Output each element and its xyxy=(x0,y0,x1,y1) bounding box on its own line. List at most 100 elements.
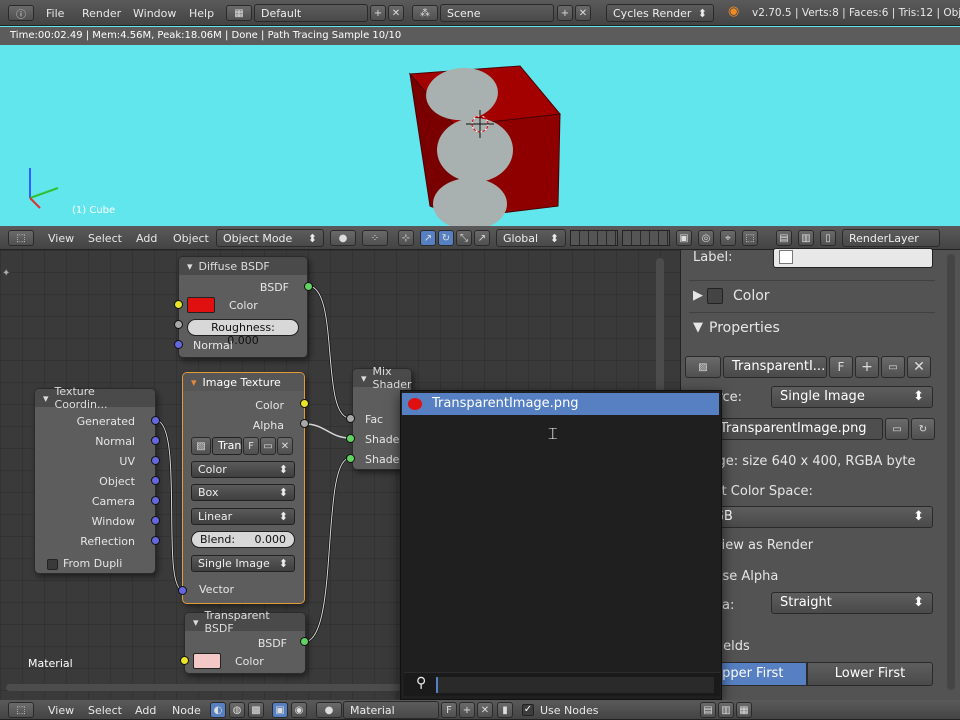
transparent-color-socket[interactable] xyxy=(180,656,189,665)
layout-add-icon[interactable]: + xyxy=(370,5,386,21)
diffuse-color-socket[interactable] xyxy=(174,300,183,309)
layers-grid-2[interactable] xyxy=(622,230,670,246)
label-field[interactable] xyxy=(773,248,933,268)
scale-icon[interactable]: ⤡ xyxy=(456,230,472,246)
orientation-dropdown[interactable]: Global ⬍ xyxy=(496,229,566,247)
properties-panel-arrow-icon[interactable]: ▼ xyxy=(693,320,703,335)
menu-help[interactable]: Help xyxy=(189,7,214,20)
rotate-icon[interactable]: ↻ xyxy=(438,230,454,246)
cube-object[interactable] xyxy=(408,65,561,226)
color-space-dropdown[interactable]: sRGB⬍ xyxy=(689,506,933,528)
node-menu-view[interactable]: View xyxy=(48,704,74,717)
scene-add-icon[interactable]: + xyxy=(557,5,573,21)
layout-grid-icon[interactable]: ▦ xyxy=(226,5,252,21)
snap-node-icon[interactable]: ▥ xyxy=(718,702,734,718)
compositing-type-icon[interactable]: ▩ xyxy=(248,702,264,718)
layout-field[interactable]: Default xyxy=(254,4,368,22)
material-browse-icon[interactable]: ● xyxy=(316,702,342,718)
properties-scrollbar[interactable] xyxy=(947,254,955,690)
snap-target-icon[interactable]: ⬚ xyxy=(742,230,758,246)
object-shader-icon[interactable]: ▣ xyxy=(272,702,288,718)
image-browse-icon[interactable]: ▨ xyxy=(685,356,721,378)
collapse-arrow-icon[interactable]: ▾ xyxy=(191,376,197,389)
mix-shader1-socket[interactable] xyxy=(346,434,355,443)
menu-render[interactable]: Render xyxy=(82,7,121,20)
filepath-reload-icon[interactable]: ↻ xyxy=(911,418,935,440)
layers-grid[interactable] xyxy=(570,230,618,246)
menu-window[interactable]: Window xyxy=(133,7,176,20)
image-new-icon[interactable]: + xyxy=(855,356,879,378)
filepath-browse-icon[interactable]: ▭ xyxy=(885,418,909,440)
info-editor-icon[interactable]: ⓘ xyxy=(8,5,34,21)
transparent-node-header[interactable]: ▾ Transparent BSDF xyxy=(185,609,305,635)
render-engine-dropdown[interactable]: Cycles Render ⬍ xyxy=(606,4,714,22)
transparent-bsdf-socket[interactable] xyxy=(300,637,309,646)
texcoord-generated-socket[interactable] xyxy=(151,416,160,425)
layer-lock-icon[interactable]: ▣ xyxy=(676,230,692,246)
collapse-arrow-icon[interactable]: ▾ xyxy=(193,616,199,629)
collapse-arrow-icon[interactable]: ▾ xyxy=(43,392,49,405)
scene-icon[interactable]: ⁂ xyxy=(412,5,438,21)
texcoord-reflection-socket[interactable] xyxy=(151,536,160,545)
texture-coordinate-node[interactable]: ▾ Texture Coordin... Generated Normal UV … xyxy=(34,385,156,574)
menu-file[interactable]: File xyxy=(46,7,64,20)
scene-close-icon[interactable]: ✕ xyxy=(575,5,591,21)
menu-select[interactable]: Select xyxy=(88,232,122,245)
source-dropdown[interactable]: Single Image ⬍ xyxy=(191,555,295,572)
from-dupli-checkbox[interactable] xyxy=(47,559,58,570)
interpolation-dropdown[interactable]: Linear ⬍ xyxy=(191,508,295,525)
menu-add[interactable]: Add xyxy=(136,232,157,245)
translate-icon[interactable]: ↗ xyxy=(420,230,436,246)
snap-icon[interactable]: ⌖ xyxy=(720,230,736,246)
image-color-socket[interactable] xyxy=(300,399,309,408)
use-nodes-checkbox[interactable]: ✓ xyxy=(522,704,534,716)
mode-dropdown[interactable]: Object Mode ⬍ xyxy=(216,229,324,247)
mix-shader2-socket[interactable] xyxy=(346,454,355,463)
color-space-dropdown[interactable]: Color ⬍ xyxy=(191,461,295,478)
projection-dropdown[interactable]: Box ⬍ xyxy=(191,484,295,501)
color-panel-arrow-icon[interactable]: ▶ xyxy=(693,288,703,303)
scene-field[interactable]: Scene xyxy=(440,4,554,22)
alpha-mode-dropdown[interactable]: Straight ⬍ xyxy=(771,592,933,614)
editor-type-node-icon[interactable]: ⬚ xyxy=(8,702,34,718)
popup-search-input[interactable] xyxy=(436,677,714,693)
layout-close-icon[interactable]: ✕ xyxy=(388,5,404,21)
image-name-field[interactable]: Tran xyxy=(212,437,242,455)
image-unlink-icon[interactable]: ✕ xyxy=(907,356,931,378)
popup-item-transparentimage[interactable]: TransparentImage.png xyxy=(402,393,719,415)
proportional-edit-icon[interactable]: ◎ xyxy=(698,230,714,246)
texcoord-camera-socket[interactable] xyxy=(151,496,160,505)
node-menu-select[interactable]: Select xyxy=(88,704,122,717)
shading-icon[interactable]: ● xyxy=(330,230,356,246)
backdrop-icon[interactable]: ▤ xyxy=(700,702,716,718)
manipulator-icon[interactable]: ⊹ xyxy=(398,230,414,246)
texcoord-normal-socket[interactable] xyxy=(151,436,160,445)
mix-fac-socket[interactable] xyxy=(346,414,355,423)
filepath-field[interactable]: TransparentImage.png xyxy=(711,418,883,440)
image-open-folder-icon[interactable]: ▭ xyxy=(881,356,905,378)
image-browse-icon[interactable]: ▨ xyxy=(191,437,211,455)
menu-view[interactable]: View xyxy=(48,232,74,245)
source-dropdown[interactable]: Single Image ⬍ xyxy=(771,386,933,408)
diffuse-roughness-socket[interactable] xyxy=(174,320,183,329)
collapse-arrow-icon[interactable]: ▾ xyxy=(361,372,367,385)
3d-viewport[interactable]: (1) Cube xyxy=(0,26,960,226)
render-anim-icon[interactable]: ▥ xyxy=(798,230,814,246)
texcoord-node-header[interactable]: ▾ Texture Coordin... xyxy=(35,385,155,411)
menu-object[interactable]: Object xyxy=(173,232,209,245)
shader-type-icon[interactable]: ◐ xyxy=(210,702,226,718)
transparent-color-swatch[interactable] xyxy=(193,653,221,669)
texcoord-window-socket[interactable] xyxy=(151,516,160,525)
diffuse-color-swatch[interactable] xyxy=(187,297,215,313)
material-field[interactable]: Material xyxy=(343,701,439,719)
snap-target-node-icon[interactable]: ▦ xyxy=(736,702,752,718)
diffuse-bsdf-node[interactable]: ▾ Diffuse BSDF BSDF Color Roughness: 0.00… xyxy=(178,256,308,358)
editor-type-3d-icon[interactable]: ⬚ xyxy=(8,230,34,246)
render-layer-icon[interactable]: ▯ xyxy=(820,230,836,246)
transform-icon[interactable]: ↗ xyxy=(474,230,490,246)
texture-type-icon[interactable]: ◍ xyxy=(229,702,245,718)
image-unlink-icon[interactable]: ✕ xyxy=(277,437,293,455)
image-fake-user[interactable]: F xyxy=(243,437,259,455)
color-panel-header[interactable]: Color xyxy=(733,288,770,304)
diffuse-node-header[interactable]: ▾ Diffuse BSDF xyxy=(179,257,307,275)
